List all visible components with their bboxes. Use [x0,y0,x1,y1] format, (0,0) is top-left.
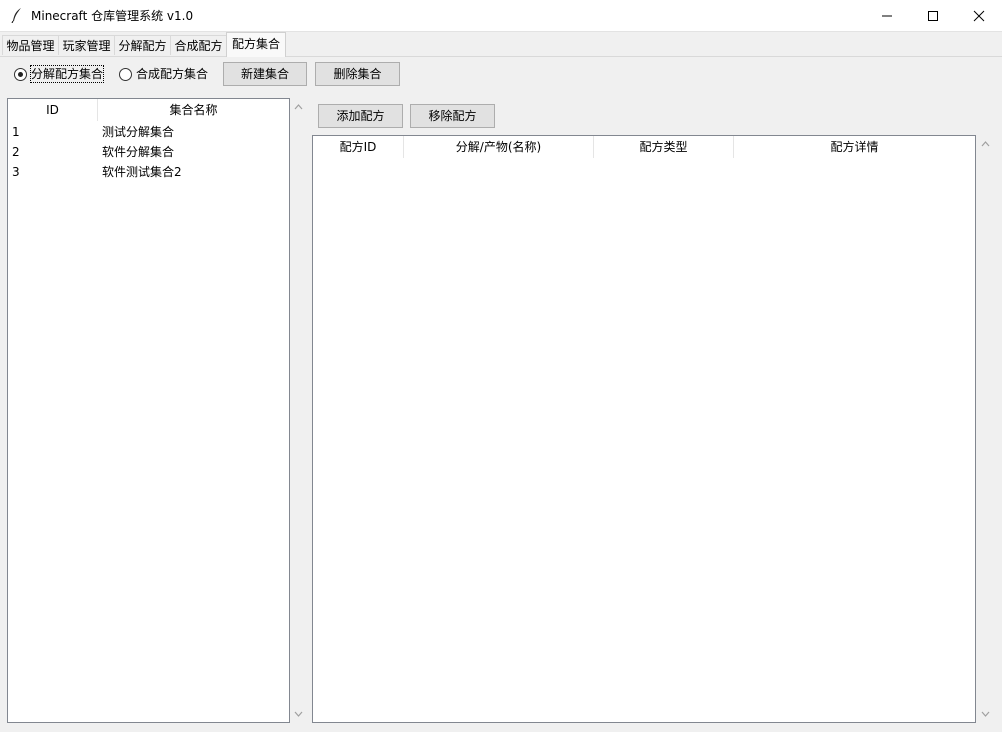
sets-table[interactable]: ID 集合名称 1 测试分解集合 2 软件分解集合 3 软件测试集合2 [7,98,290,723]
row-id: 2 [12,145,20,159]
close-button[interactable] [956,0,1002,31]
tab-decompose-recipes[interactable]: 分解配方 [114,35,171,55]
add-recipe-button[interactable]: 添加配方 [318,104,403,128]
maximize-button[interactable] [910,0,956,31]
radio-craft-set-label: 合成配方集合 [136,67,209,81]
window-title: Minecraft 仓库管理系统 v1.0 [31,9,194,23]
radio-craft-set[interactable]: 合成配方集合 [119,66,211,84]
remove-recipe-button[interactable]: 移除配方 [410,104,495,128]
row-name: 测试分解集合 [102,125,175,139]
scroll-down-arrow-icon[interactable] [293,710,304,718]
column-header-set-name[interactable]: 集合名称 [98,99,289,121]
column-header-recipe-id[interactable]: 配方ID [313,136,404,158]
column-header-recipe-type[interactable]: 配方类型 [594,136,734,158]
table-row[interactable]: 2 软件分解集合 [8,142,289,162]
tab-items[interactable]: 物品管理 [2,35,59,55]
recipes-table-header: 配方ID 分解/产物(名称) 配方类型 配方详情 [313,136,975,158]
tab-craft-recipes[interactable]: 合成配方 [170,35,227,55]
delete-set-button[interactable]: 删除集合 [315,62,400,86]
table-row[interactable]: 1 测试分解集合 [8,122,289,142]
column-header-id[interactable]: ID [8,99,98,121]
minimize-icon [882,15,892,17]
radio-indicator [14,68,27,81]
row-id: 1 [12,125,20,139]
new-set-button[interactable]: 新建集合 [223,62,307,86]
tab-bar: 物品管理 玩家管理 分解配方 合成配方 配方集合 [0,31,1002,57]
row-name: 软件测试集合2 [102,165,182,179]
radio-indicator [119,68,132,81]
column-header-recipe-details[interactable]: 配方详情 [734,136,975,158]
tab-recipe-sets[interactable]: 配方集合 [226,32,286,57]
close-icon [973,10,985,22]
tab-players[interactable]: 玩家管理 [58,35,115,55]
sets-table-header: ID 集合名称 [8,99,289,121]
table-row[interactable]: 3 软件测试集合2 [8,162,289,182]
scroll-up-arrow-icon[interactable] [980,140,991,148]
radio-decompose-set[interactable]: 分解配方集合 [14,65,106,84]
feather-icon [11,8,21,23]
column-header-item-name[interactable]: 分解/产物(名称) [404,136,594,158]
scroll-up-arrow-icon[interactable] [293,103,304,111]
row-name: 软件分解集合 [102,145,175,159]
row-id: 3 [12,165,20,179]
maximize-icon [928,11,938,21]
radio-decompose-set-label: 分解配方集合 [29,65,105,83]
scroll-down-arrow-icon[interactable] [980,710,991,718]
minimize-button[interactable] [864,0,910,31]
title-bar: Minecraft 仓库管理系统 v1.0 [0,0,1002,32]
recipes-table[interactable]: 配方ID 分解/产物(名称) 配方类型 配方详情 [312,135,976,723]
